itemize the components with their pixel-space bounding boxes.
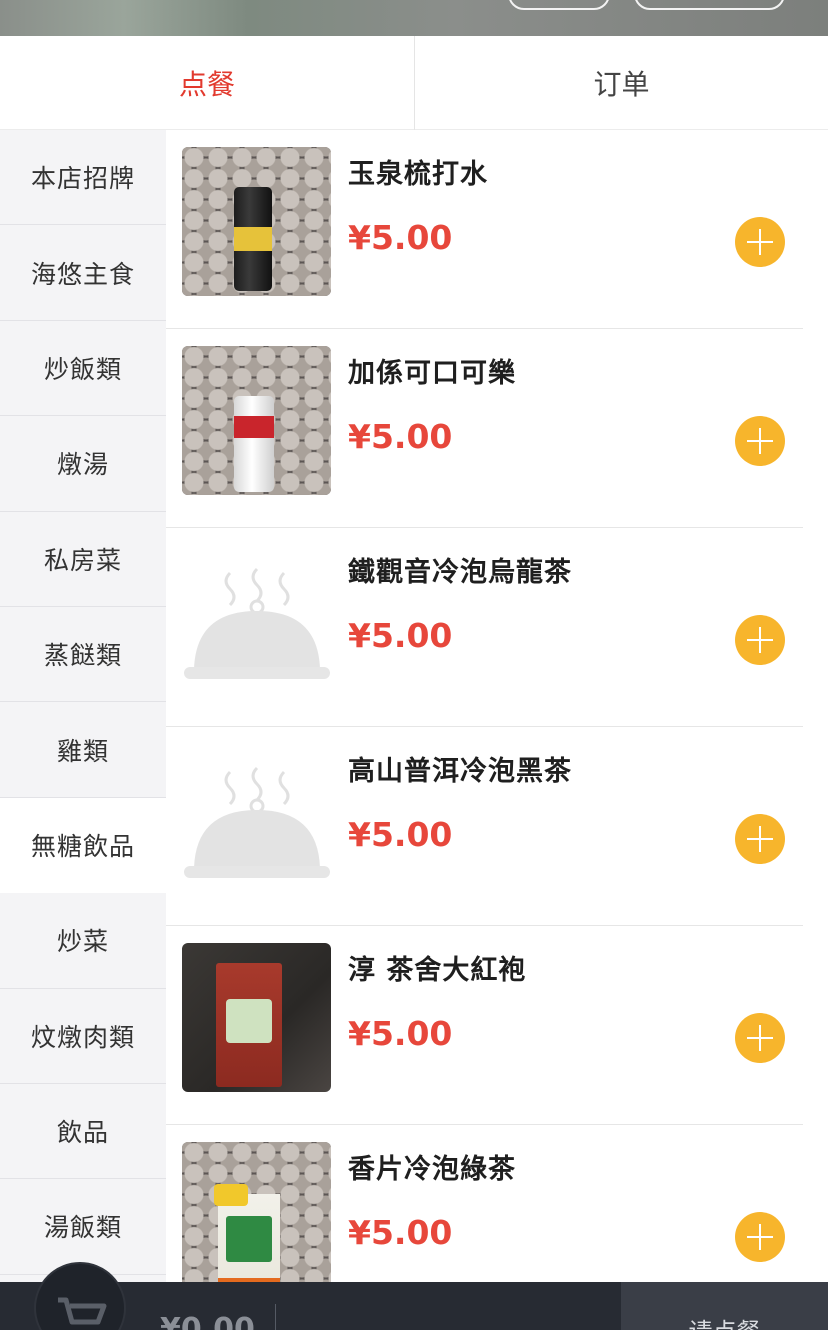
product-row: 鐵觀音冷泡烏龍茶 ¥5.00 (166, 528, 803, 727)
product-price: ¥5.00 (348, 616, 453, 655)
cloche-icon (184, 567, 330, 679)
category-item[interactable]: 蒸餸類 (0, 607, 166, 703)
product-row: 玉泉梳打水 ¥5.00 (166, 130, 803, 329)
checkout-label: 请点餐 (689, 1312, 761, 1330)
product-name: 鐵觀音冷泡烏龍茶 (348, 557, 572, 588)
category-sidebar: 本店招牌 海悠主食 炒飯類 燉湯 私房菜 蒸餸類 雞類 無糖飲品 炒菜 炆燉肉類… (0, 130, 166, 1282)
store-banner (0, 0, 828, 36)
category-item[interactable]: 炒飯類 (0, 321, 166, 417)
cloche-icon (184, 766, 330, 878)
product-image[interactable] (182, 346, 331, 495)
category-item[interactable]: 炒菜 (0, 893, 166, 989)
category-item[interactable]: 海悠主食 (0, 225, 166, 321)
product-price: ¥5.00 (348, 1213, 453, 1252)
cart-icon (58, 1297, 107, 1325)
product-row: 加係可口可樂 ¥5.00 (166, 329, 803, 528)
category-item-active[interactable]: 無糖飲品 (0, 797, 166, 894)
category-item[interactable]: 燉湯 (0, 416, 166, 512)
tab-orders[interactable]: 订单 (414, 36, 828, 130)
add-to-cart-button[interactable] (735, 217, 785, 267)
category-item[interactable]: 飲品 (0, 1084, 166, 1180)
category-item[interactable]: 私房菜 (0, 512, 166, 607)
product-image[interactable] (182, 1142, 331, 1282)
product-name: 高山普洱冷泡黑茶 (348, 756, 572, 787)
product-image-placeholder[interactable] (182, 744, 331, 893)
category-item[interactable]: 炆燉肉類 (0, 989, 166, 1084)
product-name: 淳 茶舍大紅袍 (348, 955, 527, 986)
tab-bar: 点餐 订单 (0, 36, 828, 130)
banner-button-left[interactable] (508, 0, 610, 10)
add-to-cart-button[interactable] (735, 1212, 785, 1262)
product-list: 玉泉梳打水 ¥5.00 加係可口可樂 ¥5.00 鐵觀音冷泡烏龍茶 ¥5.00 … (166, 130, 828, 1282)
product-row: 淳 茶舍大紅袍 ¥5.00 (166, 926, 803, 1125)
category-item[interactable]: 雞類 (0, 702, 166, 798)
product-price: ¥5.00 (348, 1014, 453, 1053)
product-image[interactable] (182, 943, 331, 1092)
product-row: 高山普洱冷泡黑茶 ¥5.00 (166, 727, 803, 926)
tab-order-food[interactable]: 点餐 (0, 36, 414, 130)
checkout-button[interactable]: 请点餐 (621, 1282, 828, 1330)
cart-button[interactable] (34, 1262, 126, 1330)
product-row: 香片冷泡綠茶 ¥5.00 (166, 1125, 803, 1282)
add-to-cart-button[interactable] (735, 416, 785, 466)
product-image-placeholder[interactable] (182, 545, 331, 694)
product-name: 加係可口可樂 (348, 358, 516, 389)
product-price: ¥5.00 (348, 815, 453, 854)
product-price: ¥5.00 (348, 417, 453, 456)
category-item[interactable]: 湯飯類 (0, 1179, 166, 1275)
add-to-cart-button[interactable] (735, 1013, 785, 1063)
category-item[interactable]: 本店招牌 (0, 130, 166, 226)
product-price: ¥5.00 (348, 218, 453, 257)
add-to-cart-button[interactable] (735, 615, 785, 665)
product-image[interactable] (182, 147, 331, 296)
banner-button-right[interactable] (634, 0, 785, 10)
cart-total: ¥0.00 (160, 1312, 255, 1330)
product-name: 香片冷泡綠茶 (348, 1154, 516, 1185)
divider (275, 1304, 276, 1330)
add-to-cart-button[interactable] (735, 814, 785, 864)
product-name: 玉泉梳打水 (348, 159, 488, 190)
